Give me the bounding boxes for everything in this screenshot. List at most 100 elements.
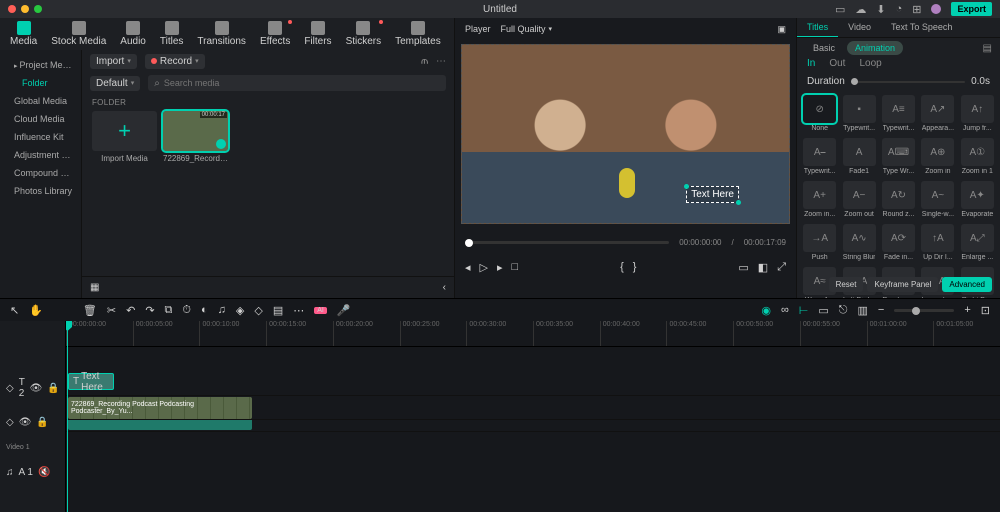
tl-select-icon[interactable]: ↖: [10, 304, 19, 317]
maximize-icon[interactable]: [34, 5, 42, 13]
tl-more-icon[interactable]: ⋯: [293, 304, 304, 317]
minimize-icon[interactable]: [21, 5, 29, 13]
search-input[interactable]: ⌕: [148, 75, 446, 91]
tl-key-icon[interactable]: ◇: [254, 304, 262, 317]
keyframe-panel-button[interactable]: Keyframe Panel: [867, 277, 938, 292]
mark-in-icon[interactable]: {: [620, 261, 624, 273]
tab-media[interactable]: Media: [6, 21, 41, 47]
tl-hand-icon[interactable]: ✋: [29, 304, 43, 317]
fx-9[interactable]: A①Zoom in 1: [959, 136, 996, 177]
tab-titles[interactable]: Titles: [156, 21, 188, 47]
quality-select[interactable]: Full Quality▾: [501, 24, 553, 34]
close-icon[interactable]: [8, 5, 16, 13]
rtab-video[interactable]: Video: [838, 18, 881, 37]
subtab-basic[interactable]: Basic: [805, 41, 843, 55]
scrubber[interactable]: [465, 241, 669, 244]
rtab-titles[interactable]: Titles: [797, 18, 838, 37]
tab-stock-media[interactable]: Stock Media: [47, 21, 110, 47]
fx-8[interactable]: A⊕Zoom in: [919, 136, 956, 177]
fullscreen-icon[interactable]: ⤢: [777, 261, 786, 274]
fx-6[interactable]: AFade1: [840, 136, 877, 177]
tl-magnet-icon[interactable]: ⊢: [799, 304, 809, 317]
fx-0[interactable]: ⊘None: [801, 93, 838, 134]
settings-icon[interactable]: ◧: [758, 261, 768, 274]
import-media-thumb[interactable]: + Import Media: [92, 111, 157, 163]
fx-1[interactable]: ▪Typewrit...: [840, 93, 877, 134]
rtab-text-to-speech[interactable]: Text To Speech: [881, 18, 962, 37]
collapse-icon[interactable]: ‹: [443, 282, 446, 293]
track-head-t2[interactable]: ◇T 2👁🔒: [0, 371, 65, 405]
sidebar-item-5[interactable]: Adjustment L...: [0, 146, 81, 164]
tab-out[interactable]: Out: [829, 58, 845, 70]
tab-loop[interactable]: Loop: [859, 58, 881, 70]
duration-slider[interactable]: [851, 81, 965, 83]
tab-templates[interactable]: Templates: [391, 21, 445, 47]
fx-11[interactable]: A−Zoom out: [840, 179, 877, 220]
tl-zoom-out-icon[interactable]: −: [878, 304, 884, 316]
play-button[interactable]: ▷: [480, 261, 488, 274]
tl-mix-icon[interactable]: ⎋: [839, 304, 848, 317]
tl-link-icon[interactable]: ∞: [781, 304, 789, 316]
prev-frame-icon[interactable]: ◂: [465, 261, 471, 274]
tab-audio[interactable]: Audio: [116, 21, 150, 47]
avatar[interactable]: [931, 4, 941, 14]
tl-fit-icon[interactable]: ⊡: [981, 304, 990, 317]
fx-15[interactable]: →APush: [801, 222, 838, 263]
audio-clip[interactable]: [68, 420, 252, 430]
sidebar-item-7[interactable]: Photos Library: [0, 182, 81, 200]
fx-12[interactable]: A↻Round z...: [880, 179, 917, 220]
fx-17[interactable]: A⟳Fade in...: [880, 222, 917, 263]
sidebar-item-1[interactable]: Folder: [0, 74, 81, 92]
grid-view-icon[interactable]: ▦: [90, 282, 99, 293]
subtab-animation[interactable]: Animation: [847, 41, 903, 55]
tab-transitions[interactable]: Transitions: [193, 21, 250, 47]
tl-audio-icon[interactable]: ♫: [218, 304, 226, 316]
fx-2[interactable]: A≡Typewrit...: [880, 93, 917, 134]
tab-in[interactable]: In: [807, 58, 815, 70]
track-head-v1[interactable]: ◇👁🔒: [0, 405, 65, 439]
import-button[interactable]: Import▾: [90, 54, 137, 69]
more-icon[interactable]: ⋯: [436, 56, 446, 67]
tl-mic-icon[interactable]: 🎤: [337, 304, 351, 317]
timeline-tracks[interactable]: 00:00:00:0000:00:05:0000:00:10:0000:00:1…: [66, 321, 1000, 512]
track-head-a1[interactable]: ♫A 1🔇: [0, 455, 65, 489]
tl-crop-icon[interactable]: ⧉: [165, 304, 173, 317]
preview-viewport[interactable]: Text Here: [461, 44, 790, 224]
playhead[interactable]: [67, 321, 68, 512]
stop-button[interactable]: □: [512, 261, 519, 274]
snapshot-icon[interactable]: ▣: [777, 24, 786, 35]
tl-undo-icon[interactable]: ↶: [126, 304, 135, 317]
mark-out-icon[interactable]: }: [633, 261, 637, 273]
fx-18[interactable]: ↑AUp Dir I...: [919, 222, 956, 263]
fx-7[interactable]: A⌨Type Wr...: [880, 136, 917, 177]
tl-zoom-in-icon[interactable]: +: [964, 304, 970, 316]
fx-10[interactable]: A+Zoom in...: [801, 179, 838, 220]
tl-redo-icon[interactable]: ↷: [145, 304, 154, 317]
cloud-icon[interactable]: ☁: [855, 3, 866, 16]
tab-stickers[interactable]: Stickers: [342, 21, 386, 47]
layout-icon[interactable]: ▭: [835, 3, 845, 16]
video-clip[interactable]: 722869_Recording Podcast Podcasting Podc…: [68, 397, 252, 419]
sidebar-item-3[interactable]: Cloud Media: [0, 110, 81, 128]
tl-color-icon[interactable]: ◐: [201, 304, 208, 316]
tl-track-icon[interactable]: ▤: [273, 304, 283, 317]
sidebar-item-6[interactable]: Compound Clip: [0, 164, 81, 182]
tl-snap-icon[interactable]: ◉: [761, 304, 771, 317]
filter-icon[interactable]: ⫙: [421, 56, 428, 67]
reset-button[interactable]: Reset: [829, 277, 864, 292]
tl-ripple-icon[interactable]: ▭: [818, 304, 828, 317]
export-button[interactable]: Export: [951, 2, 992, 16]
tl-ai-icon[interactable]: AI: [314, 307, 327, 314]
tl-cut-icon[interactable]: ✂: [107, 304, 116, 317]
sidebar-item-4[interactable]: Influence Kit: [0, 128, 81, 146]
tl-speed-icon[interactable]: ⏱: [182, 304, 191, 317]
text-clip[interactable]: TText Here: [68, 373, 114, 390]
tl-meter-icon[interactable]: ▥: [858, 304, 868, 317]
download-icon[interactable]: ⬇: [876, 3, 885, 16]
sidebar-item-2[interactable]: Global Media: [0, 92, 81, 110]
tab-effects[interactable]: Effects: [256, 21, 294, 47]
advanced-button[interactable]: Advanced: [942, 277, 992, 292]
fx-4[interactable]: A↑Jump fr...: [959, 93, 996, 134]
fx-5[interactable]: A⎯Typewrit...: [801, 136, 838, 177]
tab-filters[interactable]: Filters: [300, 21, 335, 47]
